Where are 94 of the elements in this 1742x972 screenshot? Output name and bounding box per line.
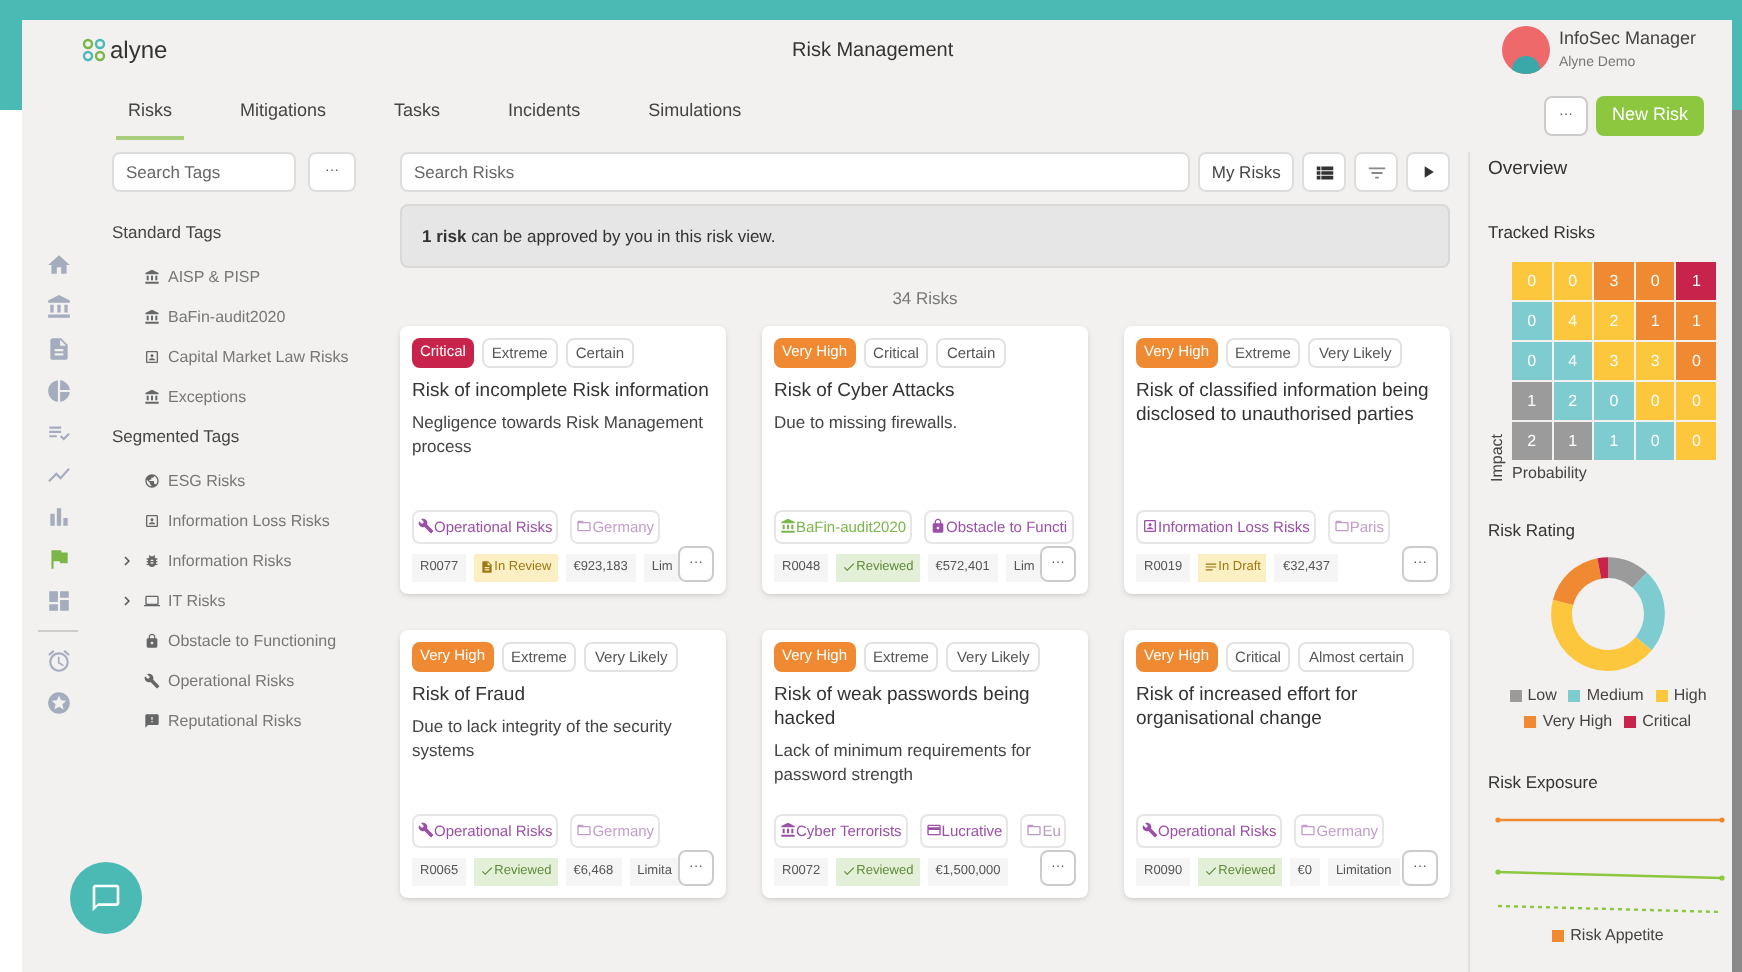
heatmap-cell[interactable]: 1 xyxy=(1512,382,1552,420)
new-risk-button[interactable]: New Risk xyxy=(1595,96,1704,136)
logo-icon xyxy=(82,38,106,62)
axis-label: Probability xyxy=(1512,462,1589,486)
tag-group-title: Standard Tags xyxy=(112,220,224,246)
card-icon xyxy=(925,822,942,839)
wrench-icon xyxy=(1142,822,1158,839)
legend-label: Risk Appetite xyxy=(1570,923,1664,947)
tag-item[interactable]: Capital Market Law Risks xyxy=(112,343,378,370)
heatmap-cell[interactable]: 0 xyxy=(1676,342,1716,380)
bar-chart-icon[interactable] xyxy=(45,504,71,530)
risk-title[interactable]: Risk of weak passwords being hacked xyxy=(774,684,1076,732)
alarm-clock-icon[interactable] xyxy=(45,648,71,674)
flag-icon[interactable] xyxy=(45,546,71,572)
notes-icon xyxy=(1204,560,1219,575)
folder-icon xyxy=(576,518,593,535)
risk-description: Due to lack integrity of the security systems xyxy=(412,714,674,762)
home-icon[interactable] xyxy=(45,252,71,278)
nav-tab[interactable]: Tasks xyxy=(382,97,453,140)
section-title: Tracked Risks xyxy=(1488,220,1598,246)
heatmap-cell[interactable]: 3 xyxy=(1594,262,1634,300)
check-icon xyxy=(842,560,857,575)
donut-chart-drawing xyxy=(1550,555,1666,672)
risk-description: Due to missing firewalls. xyxy=(774,410,960,434)
tag-group-title: Segmented Tags xyxy=(112,423,242,449)
legend-label: Critical xyxy=(1642,709,1692,734)
risk-description: Negligence towards Risk Management process xyxy=(412,410,706,458)
risk-count: 34 Risks xyxy=(892,286,958,312)
wrench-icon xyxy=(418,518,434,535)
tag-item[interactable]: Operational Risks xyxy=(112,667,378,693)
bank-icon xyxy=(780,518,796,535)
page-title: Risk Management xyxy=(792,37,954,65)
bank-icon[interactable] xyxy=(45,294,71,320)
tag-item[interactable]: BaFin-audit2020 xyxy=(112,303,378,330)
tag-item[interactable]: Exceptions xyxy=(112,383,378,410)
legend-label: Low xyxy=(1527,683,1557,708)
folder-icon xyxy=(1026,822,1043,839)
overview-title: Overview xyxy=(1488,156,1570,184)
contact-card-icon xyxy=(1142,518,1158,535)
my-risks-button[interactable]: My Risks xyxy=(1197,152,1295,192)
check-icon xyxy=(842,864,857,879)
logo-text[interactable]: alyne xyxy=(110,32,168,68)
heatmap-cell[interactable]: 1 xyxy=(1676,262,1716,300)
risk-title[interactable]: Risk of increased effort for organisational change xyxy=(1136,684,1438,732)
risk-title[interactable]: Risk of Cyber Attacks xyxy=(774,380,1076,404)
check-icon xyxy=(1204,864,1219,879)
legend-label: High xyxy=(1673,683,1707,708)
list-icon xyxy=(1313,161,1336,183)
heatmap-cell[interactable]: 0 xyxy=(1635,262,1675,300)
section-title: Risk Rating xyxy=(1488,518,1577,544)
risk-title[interactable]: Risk of incomplete Risk information xyxy=(412,380,714,404)
nav-tab[interactable]: Mitigations xyxy=(228,97,339,140)
nav-tab[interactable]: Incidents xyxy=(496,97,593,140)
risk-search-field[interactable]: Search Risks xyxy=(400,152,1190,192)
tag-item[interactable]: ESG Risks xyxy=(112,467,378,493)
tag-item[interactable]: Obstacle to Functioning xyxy=(112,627,378,653)
heatmap-cell[interactable]: 1 xyxy=(1553,422,1593,460)
heatmap-cell[interactable]: 1 xyxy=(1635,302,1675,340)
play-button[interactable] xyxy=(1406,152,1451,192)
lock-icon xyxy=(930,518,947,535)
tag-item[interactable]: Information Loss Risks xyxy=(112,507,378,533)
pie-chart-icon[interactable] xyxy=(45,378,71,404)
tag-search-field[interactable]: Search Tags xyxy=(112,152,296,192)
heatmap-cell[interactable]: 1 xyxy=(1676,302,1716,340)
legend-label: Very High xyxy=(1542,709,1613,734)
tag-item[interactable]: Reputational Risks xyxy=(112,707,378,733)
axis-label: Impact xyxy=(1488,433,1508,482)
legend-label: Medium xyxy=(1586,683,1644,708)
risk-title[interactable]: Risk of classified information being disclosed to unauthorised parties xyxy=(1136,380,1438,428)
nav-tab[interactable]: Risks xyxy=(116,97,184,140)
document-icon[interactable] xyxy=(45,336,71,362)
nav-tab[interactable]: Simulations xyxy=(636,97,754,140)
approval-notice: 1 risk can be approved by you in this risk view. xyxy=(400,204,1450,268)
star-icon[interactable] xyxy=(45,690,71,716)
bank-icon xyxy=(780,822,796,839)
check-icon xyxy=(480,864,495,879)
folder-icon xyxy=(576,822,593,839)
tag-item[interactable]: IT Risks xyxy=(112,587,378,613)
line-chart-icon[interactable] xyxy=(45,462,71,488)
tag-item[interactable]: AISP & PISP xyxy=(112,263,378,290)
list-view-button[interactable] xyxy=(1302,152,1347,192)
tag-item[interactable]: Information Risks xyxy=(112,547,378,573)
folder-icon xyxy=(1333,518,1350,535)
dashboard-icon[interactable] xyxy=(45,588,71,614)
risk-title[interactable]: Risk of Fraud xyxy=(412,684,714,708)
folder-icon xyxy=(1300,822,1317,839)
heatmap-cell[interactable]: 2 xyxy=(1512,422,1552,460)
chat-icon xyxy=(90,882,122,914)
user-name[interactable]: InfoSec Manager xyxy=(1558,26,1696,53)
document-icon xyxy=(480,560,495,575)
wrench-icon xyxy=(418,822,434,839)
section-title: Risk Exposure xyxy=(1488,769,1600,795)
avatar[interactable] xyxy=(1502,26,1551,74)
risk-description: Lack of minimum requirements for password strength xyxy=(774,738,1033,786)
